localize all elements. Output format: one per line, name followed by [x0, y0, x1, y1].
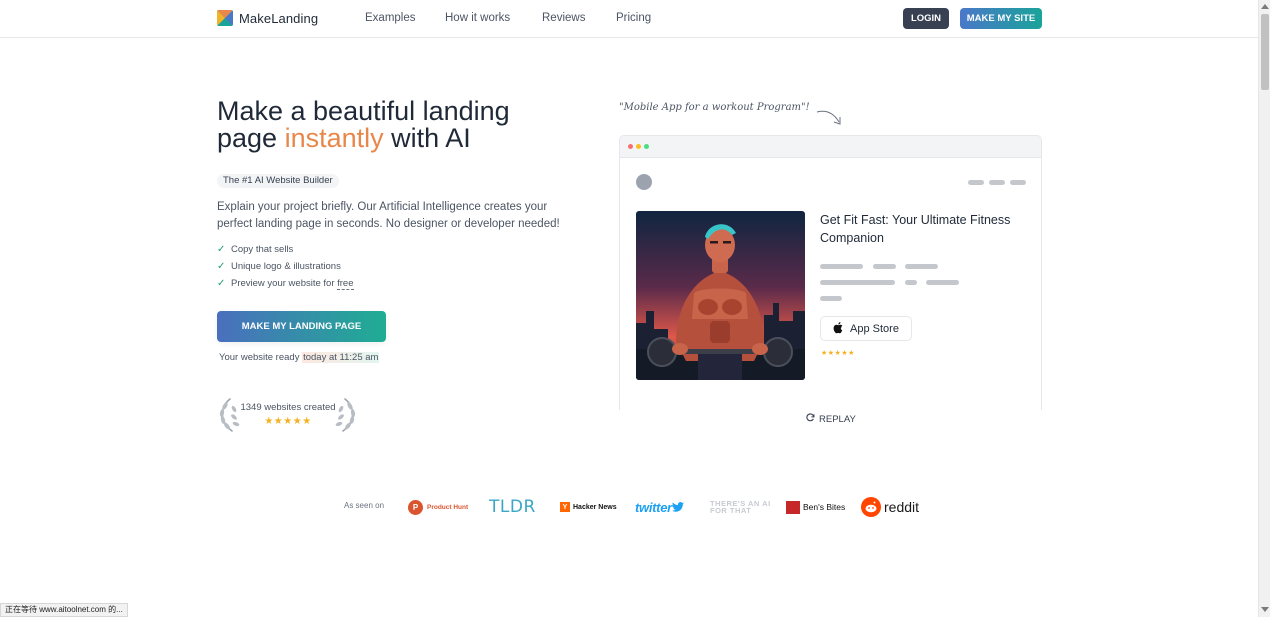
makelanding-logo-icon — [217, 10, 233, 26]
twitter-logo: twitter — [635, 497, 684, 517]
bens-bites-logo: Ben's Bites — [786, 497, 845, 517]
hacker-news-icon: Y — [560, 502, 570, 512]
brand-name: MakeLanding — [239, 10, 319, 26]
feature-item: ✓ Copy that sells — [217, 241, 354, 258]
hacker-news-text: Hacker News — [573, 503, 617, 511]
mock-text-line — [820, 296, 842, 301]
feature-item: ✓ Preview your website for free — [217, 275, 354, 292]
theres-an-ai-for-that-logo: THERE'S AN AI FOR THAT — [710, 497, 772, 517]
ready-prefix: Your website ready — [219, 352, 300, 363]
top-navbar: MakeLanding Examples How it works Review… — [0, 0, 1258, 38]
browser-title-bar — [620, 136, 1041, 158]
replay-label: REPLAY — [819, 413, 856, 425]
check-icon: ✓ — [217, 244, 226, 255]
demo-browser-mockup: Get Fit Fast: Your Ultimate Fitness Comp… — [619, 135, 1042, 410]
bens-bites-text: Ben's Bites — [803, 502, 846, 512]
nav-reviews[interactable]: Reviews — [542, 12, 585, 24]
nav-examples[interactable]: Examples — [365, 12, 416, 24]
hero-title-page: page — [217, 123, 278, 153]
apple-icon — [833, 321, 844, 337]
reddit-logo: reddit — [861, 497, 919, 517]
mock-text-line — [905, 264, 938, 269]
reddit-text: reddit — [884, 499, 920, 515]
feature-label: Copy that sells — [231, 244, 294, 255]
hero-title-line1: Make a beautiful landing — [217, 96, 510, 126]
mockup-fade — [620, 380, 1041, 410]
window-close-dot-icon — [628, 144, 633, 149]
make-my-site-button[interactable]: MAKE MY SITE — [960, 8, 1042, 29]
hero-description: Explain your project briefly. Our Artifi… — [217, 201, 560, 230]
hero-title: Make a beautiful landing page instantly … — [217, 98, 557, 152]
ai-builder-badge: The #1 AI Website Builder — [217, 174, 339, 188]
browser-status-bar: 正在等待 www.aitoolnet.com 的... — [0, 603, 128, 617]
mock-rating-stars: ★★★★★ — [821, 350, 855, 357]
brand-logo[interactable]: MakeLanding — [217, 10, 318, 26]
curved-arrow-icon — [816, 110, 841, 125]
page-scrollbar[interactable] — [1258, 0, 1270, 617]
login-button[interactable]: LOGIN — [903, 8, 949, 29]
scroll-up-arrow-icon[interactable] — [1261, 4, 1269, 9]
reddit-alien-icon — [861, 497, 881, 517]
window-minimize-dot-icon — [636, 144, 641, 149]
refresh-icon — [806, 413, 815, 425]
mock-text-line — [905, 280, 917, 285]
replay-button[interactable]: REPLAY — [806, 413, 856, 425]
make-my-landing-page-button[interactable]: MAKE MY LANDING PAGE — [217, 311, 386, 342]
hacker-news-logo: Y Hacker News — [560, 497, 617, 517]
as-seen-on-label: As seen on — [344, 501, 385, 510]
check-icon: ✓ — [217, 261, 226, 272]
mock-nav-pill — [1010, 180, 1026, 185]
ready-time: today at 11:25 am — [302, 352, 380, 363]
feature-label: Unique logo & illustrations — [231, 261, 341, 272]
feature-list: ✓ Copy that sells ✓ Unique logo & illust… — [217, 241, 354, 292]
hero-title-accent: instantly — [284, 123, 384, 153]
mock-text-line — [873, 264, 896, 269]
mock-text-line — [820, 264, 863, 269]
demo-prompt-text: "Mobile App for a workout Program"! — [619, 102, 810, 113]
twitter-bird-icon — [671, 502, 684, 512]
feature-label: Preview your website for — [231, 278, 335, 289]
product-hunt-logo: P Product Hunt — [408, 497, 468, 517]
free-tooltip-trigger[interactable]: free — [337, 278, 354, 290]
rating-stars: ★★★★★ — [264, 416, 312, 427]
nav-pricing[interactable]: Pricing — [616, 12, 651, 24]
scroll-down-arrow-icon[interactable] — [1261, 607, 1269, 612]
twitter-text: twitter — [635, 499, 672, 515]
ready-time-text: Your website ready today at 11:25 am — [219, 352, 380, 363]
mock-text-line — [820, 280, 895, 285]
websites-created-count: 1349 websites created — [240, 402, 336, 413]
mock-text-line — [926, 280, 959, 285]
app-store-button[interactable]: App Store — [820, 316, 912, 341]
tldr-logo: TLDR — [489, 497, 536, 517]
app-store-label: App Store — [850, 322, 899, 335]
nav-how-it-works[interactable]: How it works — [445, 12, 510, 24]
demo-headline: Get Fit Fast: Your Ultimate Fitness Comp… — [820, 213, 1011, 245]
fitness-hero-image — [636, 211, 805, 380]
check-icon: ✓ — [217, 278, 226, 289]
mock-logo-placeholder — [636, 174, 652, 190]
hero-title-end: with AI — [391, 123, 471, 153]
bens-bites-icon — [786, 500, 800, 514]
taaft-text: THERE'S AN AI FOR THAT — [710, 498, 771, 515]
mock-nav-pill — [968, 180, 984, 185]
window-maximize-dot-icon — [644, 144, 649, 149]
scroll-thumb[interactable] — [1261, 14, 1269, 90]
product-hunt-icon: P — [408, 499, 423, 515]
mock-nav-pill — [989, 180, 1005, 185]
tldr-text: TLDR — [489, 497, 536, 517]
feature-item: ✓ Unique logo & illustrations — [217, 258, 354, 275]
product-hunt-text: Product Hunt — [427, 503, 469, 511]
